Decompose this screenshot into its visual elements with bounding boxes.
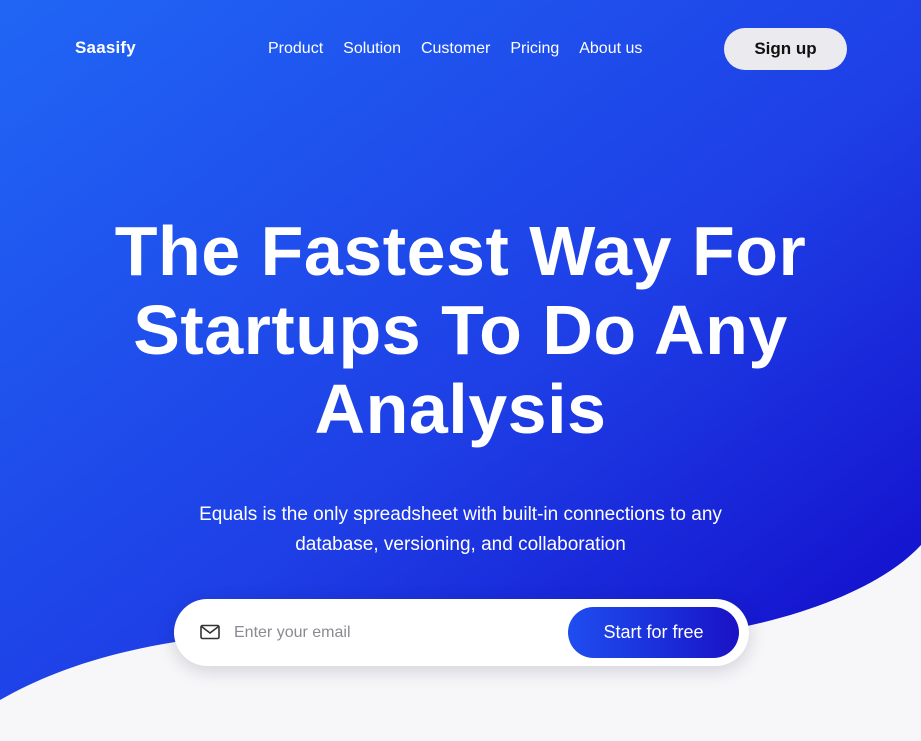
nav-item-customer[interactable]: Customer	[421, 39, 490, 59]
nav-item-solution[interactable]: Solution	[343, 39, 401, 59]
headline-line-1: The Fastest Way For	[114, 212, 807, 290]
headline-line-2: Startups To Do Any	[133, 291, 788, 369]
mail-icon	[200, 624, 220, 640]
nav-item-pricing[interactable]: Pricing	[510, 39, 559, 59]
logo[interactable]: Saasify	[75, 38, 136, 58]
hero-section: Saasify Product Solution Customer Pricin…	[0, 0, 921, 741]
subtitle-line-1: Equals is the only spreadsheet with buil…	[199, 504, 722, 525]
nav-item-product[interactable]: Product	[268, 39, 323, 59]
start-for-free-button[interactable]: Start for free	[568, 607, 739, 658]
hero-subtitle: Equals is the only spreadsheet with buil…	[160, 500, 761, 560]
nav-menu: Product Solution Customer Pricing About …	[268, 39, 642, 59]
nav-item-about-us[interactable]: About us	[579, 39, 642, 59]
signup-button[interactable]: Sign up	[724, 28, 847, 70]
top-navigation: Saasify Product Solution Customer Pricin…	[0, 0, 921, 98]
subtitle-line-2: database, versioning, and collaboration	[295, 534, 626, 555]
email-signup-form: Start for free	[174, 599, 749, 666]
email-input[interactable]	[234, 617, 554, 649]
hero-headline: The Fastest Way For Startups To Do Any A…	[60, 212, 861, 449]
headline-line-3: Analysis	[314, 370, 607, 448]
